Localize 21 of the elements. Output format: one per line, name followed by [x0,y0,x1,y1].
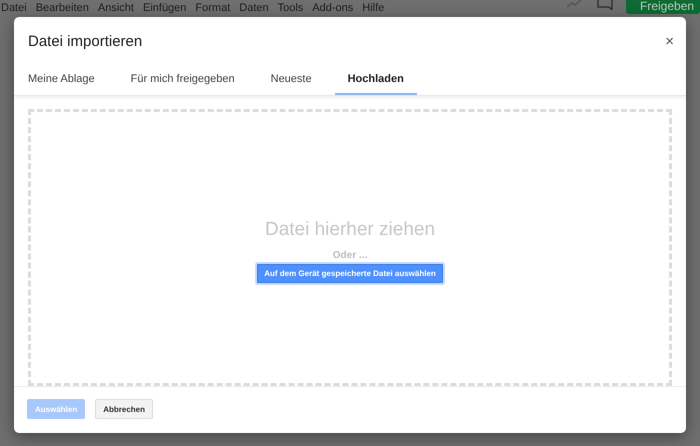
menu-item[interactable]: Einfügen [142,2,186,14]
menu-item[interactable]: Format [195,2,230,14]
menu-item[interactable]: Tools [278,2,304,14]
share-button[interactable]: Freigeben [626,0,700,14]
cancel-button[interactable]: Abbrechen [95,399,154,420]
menu-item[interactable]: Ansicht [98,2,134,14]
menu-item[interactable]: Daten [239,2,269,14]
menu-item[interactable]: Add-ons [312,2,354,14]
choose-file-button[interactable]: Auf dem Gerät gespeicherte Datei auswählen [257,264,443,283]
tab[interactable]: Hochladen [334,64,417,95]
menu-item[interactable]: Datei [1,2,27,14]
or-label: Oder ... [332,250,368,261]
chart-icon[interactable] [566,0,582,8]
comment-icon[interactable] [597,0,613,10]
close-button[interactable]: × [661,33,678,50]
dialog-title: Datei importieren [28,33,142,50]
menu-item[interactable]: Bearbeiten [36,2,89,14]
tab[interactable]: Für mich freigegeben [118,64,248,95]
tab[interactable]: Meine Ablage [15,64,108,95]
tab[interactable]: Neueste [258,64,325,95]
menu-item[interactable]: Hilfe [362,2,384,14]
